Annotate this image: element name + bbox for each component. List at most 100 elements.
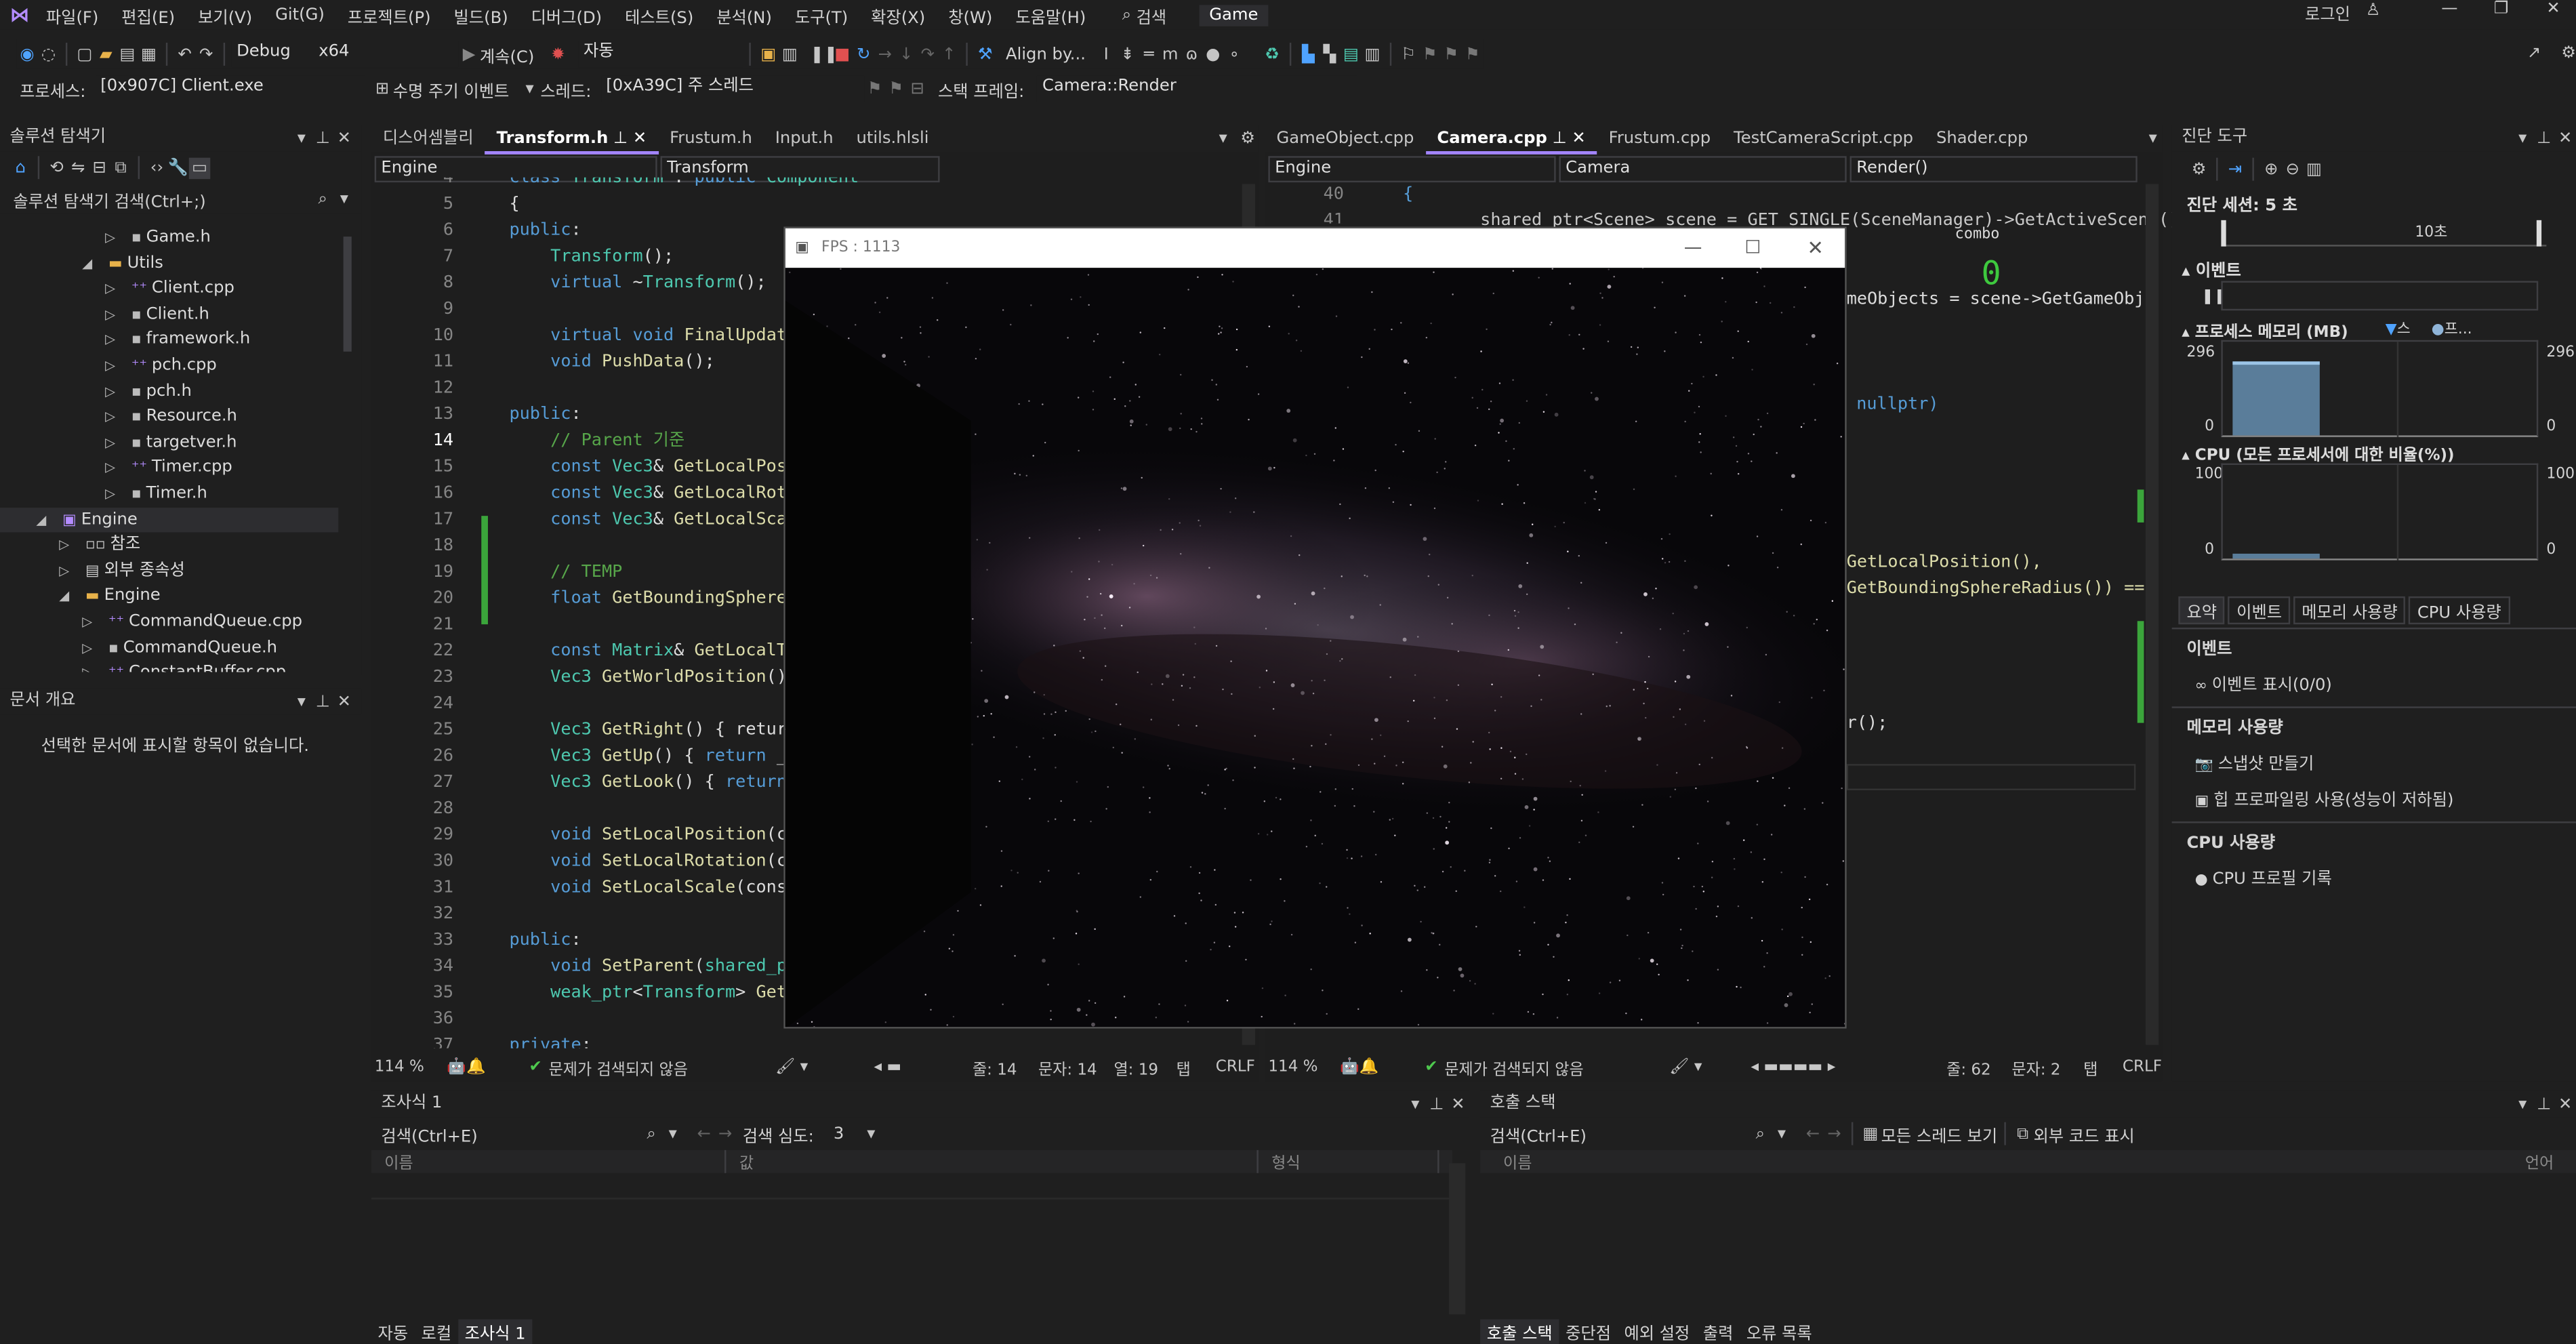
external-code-icon[interactable]: ⧉ — [2012, 1123, 2034, 1145]
menu-item[interactable]: 편집(E) — [121, 3, 175, 27]
expand-arrow-icon[interactable]: ▷ — [105, 353, 131, 379]
expand-arrow-icon[interactable]: ▷ — [59, 558, 85, 584]
close-icon[interactable]: ✕ — [2554, 1093, 2576, 1115]
dropdown-icon[interactable]: ▾ — [1405, 1093, 1427, 1115]
tree-item[interactable]: ▷ ⁺⁺ ConstantBuffer.cpp — [0, 661, 338, 672]
nav-member-select[interactable]: Render() — [1849, 156, 2138, 183]
dots-icon[interactable]: ∘ — [1224, 43, 1246, 65]
zoom-in-icon[interactable]: ⊕ — [2261, 159, 2283, 180]
nav-class-select[interactable]: Camera — [1559, 156, 1847, 183]
code-icon[interactable]: ‹› — [146, 157, 168, 179]
search-icon[interactable]: ⌕ — [1750, 1123, 1772, 1145]
nav-project-select[interactable]: Engine — [1268, 156, 1556, 183]
pin-icon[interactable]: ⊥ — [312, 691, 334, 712]
dropdown-icon[interactable]: ▾ — [291, 127, 312, 149]
pin-icon[interactable]: ⊥ — [312, 127, 334, 149]
attach-icon[interactable]: ▣ — [758, 43, 779, 65]
tree-item[interactable]: ◢ ▬ Utils — [0, 251, 338, 277]
uncomment-icon[interactable]: ▚ — [1319, 43, 1341, 65]
callstack-column-header[interactable]: 이름 — [1480, 1150, 2525, 1173]
expand-arrow-icon[interactable]: ▷ — [105, 430, 131, 456]
collapse-icon[interactable]: ⊟ — [89, 157, 110, 179]
watch-column-header[interactable]: 형식 — [1259, 1149, 1439, 1173]
outdent-icon[interactable]: ▥ — [1362, 43, 1383, 65]
lifecycle-dropdown-icon[interactable]: ▾ — [519, 78, 541, 100]
menu-item[interactable]: 테스트(S) — [625, 3, 693, 27]
bookmark-prev-icon[interactable]: ⚑ — [1419, 43, 1441, 65]
tree-item[interactable]: ▷ ⁺⁺ Client.cpp — [0, 277, 338, 302]
redo-icon[interactable]: ↷ — [195, 43, 217, 65]
callstack-bottom-tab[interactable]: 중단점 — [1559, 1318, 1617, 1343]
right-problems[interactable]: 문제가 검색되지 않음 — [1444, 1055, 1669, 1079]
expand-arrow-icon[interactable]: ◢ — [82, 251, 108, 277]
callstack-bottom-tab[interactable]: 예외 설정 — [1618, 1318, 1696, 1343]
auto-select[interactable]: 자동 — [578, 41, 743, 68]
eol-indicator[interactable]: CRLF — [2123, 1058, 2162, 1076]
tab-utils-hlsli[interactable]: utils.hlsli — [845, 124, 941, 154]
menu-item[interactable]: 디버그(D) — [531, 3, 602, 27]
thread-select[interactable]: [0xA39C] 주 스레드 — [601, 75, 864, 102]
align-by[interactable]: Align by... — [1006, 45, 1086, 64]
brush-icon[interactable]: 🖌 ▾ — [1669, 1058, 1751, 1076]
tab--[interactable]: 디스어셈블리 — [371, 124, 485, 154]
tree-item[interactable]: ▷ ▪ CommandQueue.h — [0, 635, 338, 661]
expand-arrow-icon[interactable]: ▷ — [59, 533, 85, 558]
game-maximize-button[interactable]: ☐ — [1744, 228, 1761, 268]
minimize-button[interactable]: — — [2441, 0, 2457, 18]
step-out-icon[interactable]: ↑ — [939, 43, 960, 65]
close-icon[interactable]: ✕ — [1448, 1093, 1469, 1115]
watch-bottom-tab[interactable]: 로컬 — [415, 1318, 458, 1343]
timeline-end-marker[interactable] — [2536, 220, 2542, 247]
performance-icon[interactable]: ▥ — [779, 43, 800, 65]
flag-icon[interactable]: ⚑ — [864, 78, 886, 100]
right-vscroll[interactable] — [2145, 184, 2159, 1045]
eol-indicator[interactable]: CRLF — [1216, 1058, 1255, 1076]
save-all-icon[interactable]: ▦ — [138, 43, 160, 65]
game-minimize-button[interactable]: — — [1684, 228, 1702, 268]
code-line[interactable]: private: — [509, 1032, 1248, 1048]
right-code-getgameobj[interactable]: meObjects = scene->GetGameObj — [1847, 286, 2145, 312]
tree-item[interactable]: ▷ ▪ pch.h — [0, 379, 338, 405]
watch-column-header[interactable]: 값 — [726, 1149, 1259, 1173]
close-tab-icon[interactable]: ✕ — [628, 129, 647, 147]
diag-tab[interactable]: 이벤트 — [2228, 595, 2291, 624]
diag-tab[interactable]: CPU 사용량 — [2409, 595, 2510, 624]
diag-action[interactable]: 📷 스냅샷 만들기 — [2172, 743, 2576, 779]
expand-arrow-icon[interactable]: ▷ — [105, 379, 131, 405]
restart-icon[interactable]: ↻ — [853, 43, 875, 65]
share-icon[interactable]: ↗ — [2523, 43, 2545, 64]
depth-value[interactable]: 3 — [834, 1124, 844, 1143]
menu-item[interactable]: 프로젝트(P) — [348, 3, 431, 27]
expand-arrow-icon[interactable]: ▷ — [105, 277, 131, 302]
tree-item[interactable]: ▷ ▪ framework.h — [0, 327, 338, 353]
tree-item[interactable]: ▷ ⁺⁺ CommandQueue.cpp — [0, 609, 338, 635]
menu-item[interactable]: 파일(F) — [46, 3, 98, 27]
tree-item[interactable]: ▷ ⁺⁺ Timer.cpp — [0, 455, 338, 481]
process-select[interactable]: [0x907C] Client.exe — [96, 75, 365, 102]
timeline-start-marker[interactable] — [2221, 220, 2226, 247]
settings-icon[interactable]: ⚙ — [2558, 43, 2576, 64]
export-icon[interactable]: ⇥ — [2224, 159, 2246, 180]
tab-indicator[interactable]: 탭 — [1177, 1055, 1216, 1079]
indent-icon[interactable]: ▤ — [1341, 43, 1362, 65]
zoom-out-icon[interactable]: ⊖ — [2282, 159, 2304, 180]
back-icon[interactable]: ← — [1802, 1123, 1824, 1145]
search-dropdown-icon[interactable]: ▾ — [662, 1123, 684, 1145]
align-center-icon[interactable]: ⇟ — [1117, 43, 1139, 65]
pin-icon[interactable]: ⊥ — [1426, 1093, 1448, 1115]
dropdown-icon[interactable]: ▾ — [2512, 127, 2533, 149]
solution-search[interactable]: 솔루션 탐색기 검색(Ctrl+;) ⌕ ▾ — [0, 184, 362, 214]
callstack-bottom-tab[interactable]: 호출 스택 — [1480, 1318, 1559, 1343]
tab-settings-icon[interactable]: ⚙ — [1237, 128, 1259, 150]
pin-icon[interactable]: ⊥ — [2533, 1093, 2555, 1115]
lifecycle-events[interactable]: 수명 주기 이벤트 — [393, 77, 510, 101]
callstack-bottom-tab[interactable]: 오류 목록 — [1740, 1318, 1818, 1343]
expand-arrow-icon[interactable]: ◢ — [36, 507, 62, 533]
tab-transform-h[interactable]: Transform.h ⊥ ✕ — [485, 124, 659, 154]
expand-arrow-icon[interactable]: ▷ — [82, 635, 108, 661]
align-m-icon[interactable]: m — [1160, 43, 1181, 65]
zoom-level[interactable]: 114 % — [1268, 1058, 1340, 1076]
align-equal-icon[interactable]: ═ — [1138, 43, 1160, 65]
close-icon[interactable]: ✕ — [333, 691, 355, 712]
right-code-getboundingsphere[interactable]: GetBoundingSphereRadius()) == — [1847, 575, 2145, 601]
